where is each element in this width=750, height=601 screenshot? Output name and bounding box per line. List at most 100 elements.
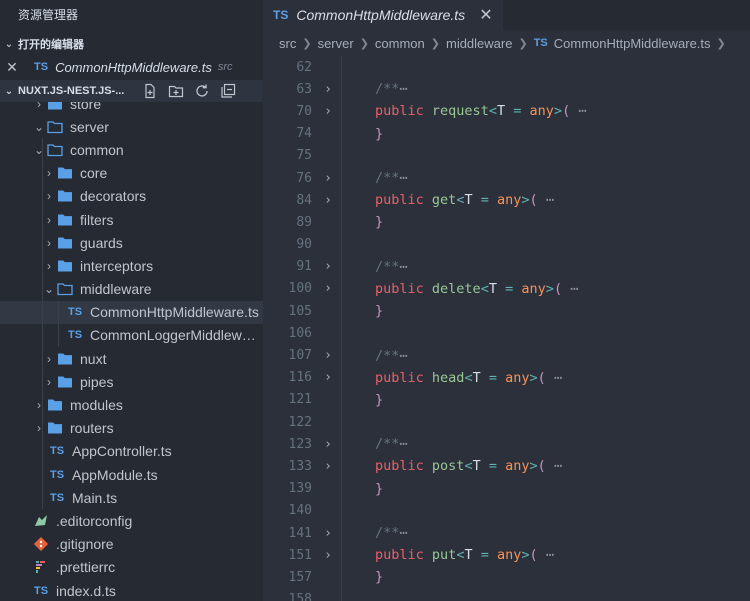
tree-file-AppController-ts[interactable]: TS AppController.ts xyxy=(0,439,263,463)
code-line[interactable]: 116 › public head<T = any>( ⋯ xyxy=(263,367,750,389)
code-line[interactable]: 76 ›/**⋯ xyxy=(263,167,750,189)
collapse-all-icon[interactable] xyxy=(220,83,236,99)
tree-folder-modules[interactable]: › modules xyxy=(0,393,263,417)
new-file-icon[interactable] xyxy=(142,83,158,99)
code-line[interactable]: 141 ›/**⋯ xyxy=(263,522,750,544)
line-number: 70 xyxy=(296,103,312,119)
tree-folder-pipes[interactable]: › pipes xyxy=(0,370,263,394)
code-line[interactable]: 106 xyxy=(263,322,750,344)
indent-guide xyxy=(42,207,43,232)
code-line[interactable]: 107 ›/**⋯ xyxy=(263,344,750,366)
tree-folder-middleware[interactable]: ⌄ middleware xyxy=(0,277,263,301)
fold-chevron-icon[interactable]: › xyxy=(312,281,344,296)
code-line[interactable]: 91 ›/**⋯ xyxy=(263,256,750,278)
indent-guide xyxy=(42,277,43,301)
tree-folder-routers[interactable]: › routers xyxy=(0,416,263,440)
breadcrumb-item[interactable]: src xyxy=(279,36,296,51)
breadcrumb-item[interactable]: middleware xyxy=(446,36,512,51)
fold-chevron-icon[interactable]: › xyxy=(312,259,344,274)
tree-folder-common[interactable]: ⌄ common xyxy=(0,138,263,162)
tree-file--gitignore[interactable]: .gitignore xyxy=(0,533,263,556)
chevron-right-icon[interactable]: › xyxy=(42,166,56,180)
project-header[interactable]: ⌄ NUXT.JS-NEST.JS-... xyxy=(0,80,263,102)
code-line[interactable]: 70 › public request<T = any>( ⋯ xyxy=(263,100,750,122)
tree-file-CommonLoggerMiddleware-ts[interactable]: TS CommonLoggerMiddleware.ts xyxy=(0,323,263,348)
chevron-down-icon[interactable]: ⌄ xyxy=(42,282,56,296)
method-name: get xyxy=(431,192,457,209)
tree-folder-filters[interactable]: › filters xyxy=(0,207,263,232)
tree-folder-guards[interactable]: › guards xyxy=(0,231,263,255)
code-line[interactable]: 62 xyxy=(263,56,750,78)
code-line[interactable]: 123 ›/**⋯ xyxy=(263,433,750,455)
breadcrumb-item[interactable]: server xyxy=(318,36,354,51)
code-line[interactable]: 139} xyxy=(263,478,750,500)
typescript-file-icon: TS xyxy=(67,306,83,319)
breadcrumb-item[interactable]: common xyxy=(375,36,425,51)
chevron-right-icon[interactable]: › xyxy=(42,189,56,203)
code-line[interactable]: 90 xyxy=(263,234,750,256)
open-editors-header[interactable]: ⌄ 打开的编辑器 xyxy=(0,34,263,56)
code-line[interactable]: 151 › public put<T = any>( ⋯ xyxy=(263,544,750,566)
fold-chevron-icon[interactable]: › xyxy=(312,437,344,452)
brace-token: } xyxy=(375,125,384,142)
chevron-right-icon[interactable]: › xyxy=(42,213,56,227)
fold-chevron-icon[interactable]: › xyxy=(312,370,344,385)
code-line[interactable]: 63 ›/**⋯ xyxy=(263,78,750,100)
fold-chevron-icon[interactable]: › xyxy=(312,526,344,541)
chevron-right-icon[interactable]: › xyxy=(42,352,56,366)
code-area[interactable]: 62 63 ›/**⋯ 70 › public request<T = any>( ⋯ 74… xyxy=(263,56,750,601)
fold-chevron-icon[interactable]: › xyxy=(312,104,344,119)
chevron-down-icon[interactable]: ⌄ xyxy=(32,120,46,134)
fold-chevron-icon[interactable]: › xyxy=(312,193,344,208)
tree-file-CommonHttpMiddleware-ts[interactable]: TS CommonHttpMiddleware.ts xyxy=(0,300,263,324)
tree-folder-decorators[interactable]: › decorators xyxy=(0,184,263,208)
fold-chevron-icon[interactable]: › xyxy=(312,459,344,474)
code-line[interactable]: 75 xyxy=(263,145,750,167)
chevron-right-icon[interactable]: › xyxy=(32,398,46,412)
tree-folder-nuxt[interactable]: › nuxt xyxy=(0,347,263,371)
fold-chevron-icon[interactable]: › xyxy=(312,171,344,186)
fold-chevron-icon[interactable]: › xyxy=(312,82,344,97)
tree-file-index-d-ts[interactable]: TS index.d.ts xyxy=(0,579,263,601)
fold-chevron-icon[interactable]: › xyxy=(312,548,344,563)
chevron-right-icon[interactable]: › xyxy=(42,259,56,273)
chevron-down-icon: ⌄ xyxy=(4,39,14,50)
code-text: } xyxy=(344,392,383,408)
code-line[interactable]: 105} xyxy=(263,300,750,322)
code-line[interactable]: 133 › public post<T = any>( ⋯ xyxy=(263,455,750,477)
paren-token: ( xyxy=(553,280,563,297)
tree-folder-interceptors[interactable]: › interceptors xyxy=(0,254,263,278)
open-editor-item[interactable]: ✕ TS CommonHttpMiddleware.ts src xyxy=(0,56,263,78)
tree-folder-server[interactable]: ⌄ server xyxy=(0,115,263,138)
tree-item-label: middleware xyxy=(80,281,152,298)
code-line[interactable]: 140 xyxy=(263,500,750,522)
chevron-right-icon[interactable]: › xyxy=(42,236,56,250)
tree-file-Main-ts[interactable]: TS Main.ts xyxy=(0,486,263,510)
editor-tab[interactable]: TS CommonHttpMiddleware.ts ✕ xyxy=(263,0,503,30)
fold-chevron-icon[interactable]: › xyxy=(312,348,344,363)
tree-file--prettierrc[interactable]: .prettierrc xyxy=(0,556,263,579)
code-line[interactable]: 158 xyxy=(263,589,750,601)
code-line[interactable]: 122 xyxy=(263,411,750,433)
typescript-file-icon: TS xyxy=(273,8,289,22)
code-line[interactable]: 157} xyxy=(263,566,750,588)
tree-file--editorconfig[interactable]: .editorconfig xyxy=(0,509,263,532)
new-folder-icon[interactable] xyxy=(168,83,184,99)
code-line[interactable]: 74} xyxy=(263,123,750,145)
line-number: 140 xyxy=(288,503,312,519)
close-icon[interactable]: ✕ xyxy=(4,59,20,76)
code-line[interactable]: 121} xyxy=(263,389,750,411)
chevron-right-icon[interactable]: › xyxy=(32,421,46,435)
close-icon[interactable]: ✕ xyxy=(479,5,492,25)
chevron-down-icon[interactable]: ⌄ xyxy=(32,143,46,157)
tree-file-AppModule-ts[interactable]: TS AppModule.ts xyxy=(0,463,263,487)
tree-folder-core[interactable]: › core xyxy=(0,161,263,185)
refresh-icon[interactable] xyxy=(194,83,210,99)
code-line[interactable]: 89} xyxy=(263,211,750,233)
breadcrumb-item[interactable]: CommonHttpMiddleware.ts xyxy=(554,36,711,51)
line-number: 91 xyxy=(296,259,312,275)
code-line[interactable]: 84 › public get<T = any>( ⋯ xyxy=(263,189,750,211)
chevron-right-icon[interactable]: › xyxy=(42,375,56,389)
paren-token: ( xyxy=(529,547,538,564)
code-line[interactable]: 100 › public delete<T = any>( ⋯ xyxy=(263,278,750,300)
